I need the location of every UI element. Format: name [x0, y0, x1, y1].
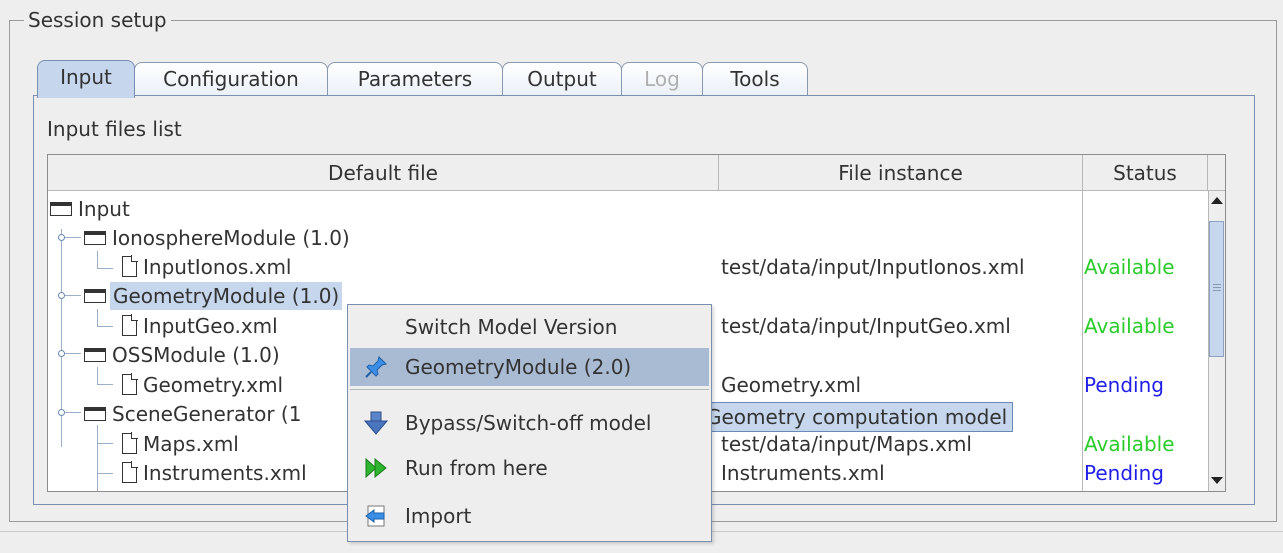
- scroll-down-arrow-icon[interactable]: [1211, 477, 1223, 484]
- file-icon: [122, 461, 138, 483]
- file-icon: [122, 373, 138, 395]
- input-files-list-label: Input files list: [47, 117, 182, 141]
- tree-line: [65, 412, 81, 413]
- menu-item-import[interactable]: Import: [350, 497, 709, 535]
- status-cell: Available: [1084, 255, 1175, 279]
- status-cell: Available: [1084, 432, 1175, 456]
- tree-line: [97, 473, 113, 474]
- grip-line: [1213, 287, 1221, 288]
- expand-toggle-icon[interactable]: [58, 350, 65, 357]
- status-cell: Available: [1084, 314, 1175, 338]
- tab-output[interactable]: Output: [502, 62, 622, 96]
- file-instance-cell: test/data/input/InputIonos.xml: [721, 255, 1025, 279]
- tab-input[interactable]: Input: [37, 60, 135, 98]
- tree-node-label: Geometry.xml: [143, 373, 284, 397]
- status-cell: Pending: [1084, 461, 1164, 485]
- tree-node-label: Input: [78, 197, 130, 221]
- scroll-up-arrow-icon[interactable]: [1211, 197, 1223, 204]
- folder-icon: [50, 202, 72, 216]
- folder-icon: [84, 348, 106, 362]
- tree-node-label: Maps.xml: [143, 432, 239, 456]
- file-instance-cell: Instruments.xml: [721, 461, 885, 485]
- grip-line: [1213, 284, 1221, 285]
- tree-line: [97, 326, 113, 327]
- file-instance-cell: test/data/input/InputGeo.xml: [721, 314, 1011, 338]
- tooltip: Geometry computation model: [700, 402, 1014, 432]
- menu-item-bypass-switch-off-model[interactable]: Bypass/Switch-off model: [350, 404, 709, 442]
- column-header-status[interactable]: Status: [1083, 155, 1208, 191]
- tree-node-label: InputIonos.xml: [143, 255, 292, 279]
- tree-line: [97, 367, 98, 385]
- status-cell: Pending: [1084, 373, 1164, 397]
- down-arrow-icon: [364, 411, 388, 435]
- import-icon: [365, 505, 385, 527]
- tab-parameters[interactable]: Parameters: [327, 62, 503, 96]
- menu-item-run-from-here[interactable]: Run from here: [350, 449, 709, 487]
- status-column-separator: [1082, 191, 1083, 491]
- folder-icon: [84, 231, 106, 245]
- tree-line: [97, 309, 98, 327]
- tree-line: [97, 443, 113, 444]
- file-instance-cell: Geometry.xml: [721, 373, 862, 397]
- expand-toggle-icon[interactable]: [58, 234, 65, 241]
- pin-icon: [365, 356, 387, 378]
- session-setup-title: Session setup: [24, 8, 171, 32]
- tab-log: Log: [621, 62, 703, 96]
- tree-line: [65, 353, 81, 354]
- tree-node-label: OSSModule (1.0): [112, 343, 280, 367]
- tree-line: [97, 251, 98, 269]
- menu-item-geometry-module-2-0[interactable]: GeometryModule (2.0): [350, 348, 709, 386]
- file-instance-cell: test/data/input/Maps.xml: [721, 432, 972, 456]
- grip-line: [1213, 290, 1221, 291]
- context-menu: Switch Model Version GeometryModule (2.0…: [347, 304, 712, 542]
- column-header-file-instance[interactable]: File instance: [719, 155, 1083, 191]
- tree-node-label: SceneGenerator (1: [112, 402, 302, 426]
- folder-icon: [84, 289, 106, 303]
- tree-line: [97, 384, 113, 385]
- header-corner: [1208, 155, 1225, 191]
- menu-separator: [350, 389, 709, 390]
- expand-toggle-icon[interactable]: [58, 292, 65, 299]
- tab-configuration[interactable]: Configuration: [134, 62, 328, 96]
- expand-toggle-icon[interactable]: [58, 409, 65, 416]
- scrollbar-thumb[interactable]: [1209, 221, 1224, 357]
- tree-node-label: InputGeo.xml: [143, 314, 278, 338]
- file-icon: [122, 255, 138, 277]
- fast-forward-icon: [365, 457, 387, 479]
- tree-node-label: IonosphereModule (1.0): [112, 226, 350, 250]
- tab-tools[interactable]: Tools: [702, 62, 808, 96]
- column-header-default-file[interactable]: Default file: [48, 155, 719, 191]
- tree-line: [65, 237, 81, 238]
- tree-line: [97, 268, 113, 269]
- menu-header-switch-model-version: Switch Model Version: [405, 315, 618, 339]
- tree-line: [97, 425, 98, 491]
- tree-line: [65, 295, 81, 296]
- file-icon: [122, 432, 138, 454]
- tree-node-label-selected: GeometryModule (1.0): [110, 282, 343, 310]
- folder-icon: [84, 407, 106, 421]
- file-icon: [122, 314, 138, 336]
- tree-node-label: Instruments.xml: [143, 461, 307, 485]
